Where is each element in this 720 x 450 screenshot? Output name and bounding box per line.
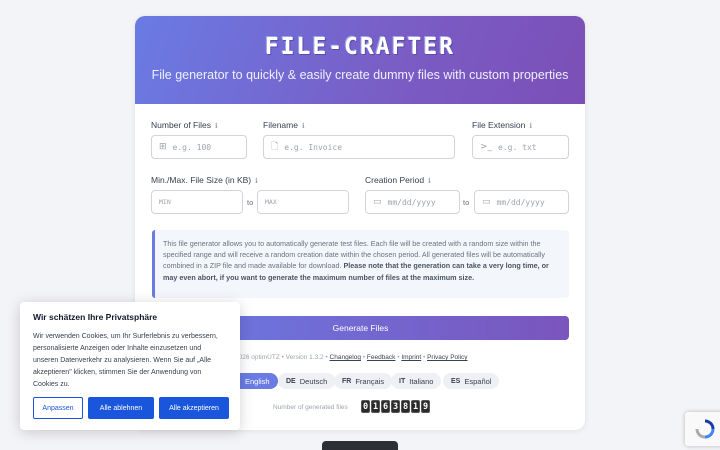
- num-files-label: Number of Files ℹ: [151, 120, 218, 130]
- accept-all-button[interactable]: Alle akzeptieren: [159, 397, 229, 419]
- num-files-input[interactable]: ⊞ e.g. 100: [151, 135, 247, 159]
- calendar-icon: ▭: [373, 197, 382, 207]
- info-icon[interactable]: ℹ: [529, 123, 532, 130]
- lang-deutsch[interactable]: DE Deutsch: [278, 373, 336, 389]
- lang-label: Français: [355, 376, 385, 386]
- info-icon[interactable]: ℹ: [428, 178, 431, 185]
- terminal-icon: >_: [480, 142, 493, 152]
- max-size-input[interactable]: MAX: [257, 190, 349, 214]
- counter-digit: 3: [391, 400, 400, 413]
- size-to-label: to: [247, 198, 254, 207]
- lang-espanol[interactable]: ES Español: [443, 373, 500, 389]
- date-to-label: to: [463, 198, 470, 207]
- cookie-text: Wir verwenden Cookies, um Ihr Surferlebn…: [33, 333, 218, 388]
- grid-icon: ⊞: [159, 142, 167, 152]
- recaptcha-badge[interactable]: [685, 412, 720, 446]
- lang-label: Deutsch: [299, 376, 328, 386]
- imprint-link[interactable]: Imprint: [401, 354, 421, 361]
- cookie-buttons: Anpassen Alle ablehnen Alle akzeptieren: [33, 397, 229, 419]
- counter-label: Number of generated files: [273, 404, 348, 411]
- cookie-title: Wir schätzen Ihre Privatsphäre: [33, 312, 158, 322]
- end-date-placeholder: mm/dd/yyyy: [496, 197, 545, 207]
- start-date-input[interactable]: ▭ mm/dd/yyyy: [365, 190, 460, 214]
- filename-label-text: Filename: [263, 120, 298, 130]
- lang-francais[interactable]: FR Français: [334, 373, 393, 389]
- filename-input[interactable]: 🗋 e.g. Invoice: [263, 135, 455, 159]
- start-date-placeholder: mm/dd/yyyy: [387, 197, 436, 207]
- min-placeholder: MIN: [159, 198, 171, 206]
- counter-digit: 9: [421, 400, 430, 413]
- file-counter: 0 1 6 3 8 1 9: [361, 400, 430, 413]
- lang-label: Italiano: [409, 376, 434, 386]
- period-label-text: Creation Period: [365, 175, 425, 185]
- file-icon: 🗋: [271, 142, 279, 152]
- size-label: Min./Max. File Size (in KB) ℹ: [151, 175, 258, 185]
- changelog-link[interactable]: Changelog: [330, 354, 361, 361]
- extension-input[interactable]: >_ e.g. txt: [472, 135, 569, 159]
- cookie-banner: Wir schätzen Ihre Privatsphäre Wir verwe…: [20, 302, 240, 430]
- counter-digit: 1: [411, 400, 420, 413]
- min-size-input[interactable]: MIN: [151, 190, 243, 214]
- info-notice: This file generator allows you to automa…: [152, 230, 569, 298]
- calendar-icon: ▭: [482, 197, 491, 207]
- end-date-input[interactable]: ▭ mm/dd/yyyy: [474, 190, 569, 214]
- reject-all-button[interactable]: Alle ablehnen: [88, 397, 154, 419]
- feedback-link[interactable]: Feedback: [367, 354, 396, 361]
- max-placeholder: MAX: [265, 198, 277, 206]
- counter-digit: 1: [371, 400, 380, 413]
- lang-code: IT: [399, 377, 406, 385]
- filename-placeholder: e.g. Invoice: [284, 142, 343, 152]
- lang-label: English: [245, 376, 270, 386]
- app-subtitle: File generator to quickly & easily creat…: [151, 68, 569, 82]
- customize-button[interactable]: Anpassen: [33, 397, 83, 419]
- privacy-policy-link[interactable]: Privacy Policy: [427, 354, 467, 361]
- num-files-label-text: Number of Files: [151, 120, 211, 130]
- extension-label: File Extension ℹ: [472, 120, 532, 130]
- info-icon[interactable]: ℹ: [255, 178, 258, 185]
- info-icon[interactable]: ℹ: [215, 123, 218, 130]
- app-logo: FILE-CRAFTER: [264, 34, 456, 60]
- size-label-text: Min./Max. File Size (in KB): [151, 175, 252, 185]
- extension-placeholder: e.g. txt: [498, 142, 537, 152]
- bottom-dark-button[interactable]: [322, 441, 398, 450]
- counter-digit: 0: [361, 400, 370, 413]
- header: FILE-CRAFTER File generator to quickly &…: [135, 16, 585, 104]
- lang-italiano[interactable]: IT Italiano: [391, 373, 442, 389]
- footer: 2026 optimUTZ • Version 1.3.2 • Changelo…: [235, 354, 468, 361]
- counter-digit: 6: [381, 400, 390, 413]
- info-icon[interactable]: ℹ: [302, 123, 305, 130]
- lang-code: DE: [286, 377, 296, 385]
- num-files-placeholder: e.g. 100: [172, 142, 212, 152]
- lang-label: Español: [464, 376, 492, 386]
- lang-code: ES: [451, 377, 461, 385]
- copyright-text: 2026 optimUTZ • Version 1.3.2 •: [235, 354, 328, 361]
- extension-label-text: File Extension: [472, 120, 526, 130]
- lang-code: FR: [342, 377, 352, 385]
- counter-digit: 8: [401, 400, 410, 413]
- recaptcha-icon: [695, 419, 715, 439]
- period-label: Creation Period ℹ: [365, 175, 431, 185]
- filename-label: Filename ℹ: [263, 120, 305, 130]
